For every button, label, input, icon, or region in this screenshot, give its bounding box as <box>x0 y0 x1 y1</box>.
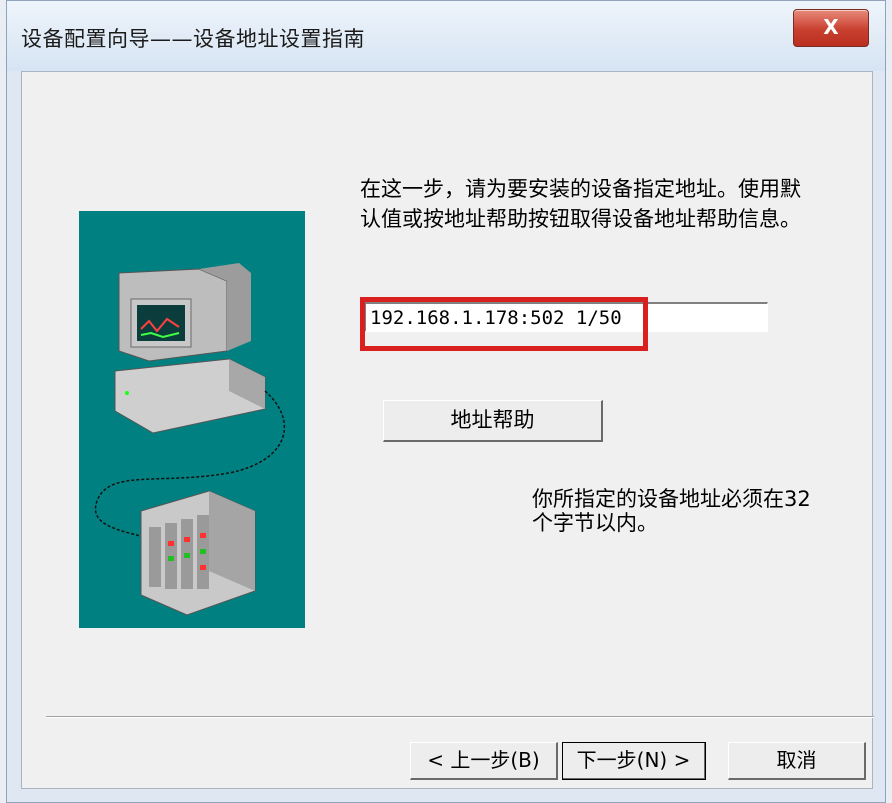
address-length-note: 你所指定的设备地址必须在32个字节以内。 <box>532 487 811 535</box>
wizard-content: 在这一步，请为要安装的设备指定地址。使用默认值或按地址帮助按钮取得设备地址帮助信… <box>21 71 874 789</box>
footer-divider <box>46 716 874 718</box>
next-button[interactable]: 下一步(N) > <box>562 742 706 780</box>
back-button[interactable]: < 上一步(B) <box>410 742 558 780</box>
close-button[interactable]: X <box>793 9 869 47</box>
device-illustration <box>79 211 305 628</box>
cancel-button[interactable]: 取消 <box>728 742 866 780</box>
title-bar[interactable]: 设备配置向导——设备地址设置指南 X <box>7 1 885 71</box>
step-description: 在这一步，请为要安装的设备指定地址。使用默认值或按地址帮助按钮取得设备地址帮助信… <box>360 177 801 231</box>
close-icon: X <box>823 15 839 39</box>
highlight-box <box>360 297 648 351</box>
address-help-button[interactable]: 地址帮助 <box>383 400 603 442</box>
window-title: 设备配置向导——设备地址设置指南 <box>21 27 365 51</box>
wizard-window: 设备配置向导——设备地址设置指南 X 在这一步，请为要安装的设备指定地址。使用默… <box>6 0 886 803</box>
